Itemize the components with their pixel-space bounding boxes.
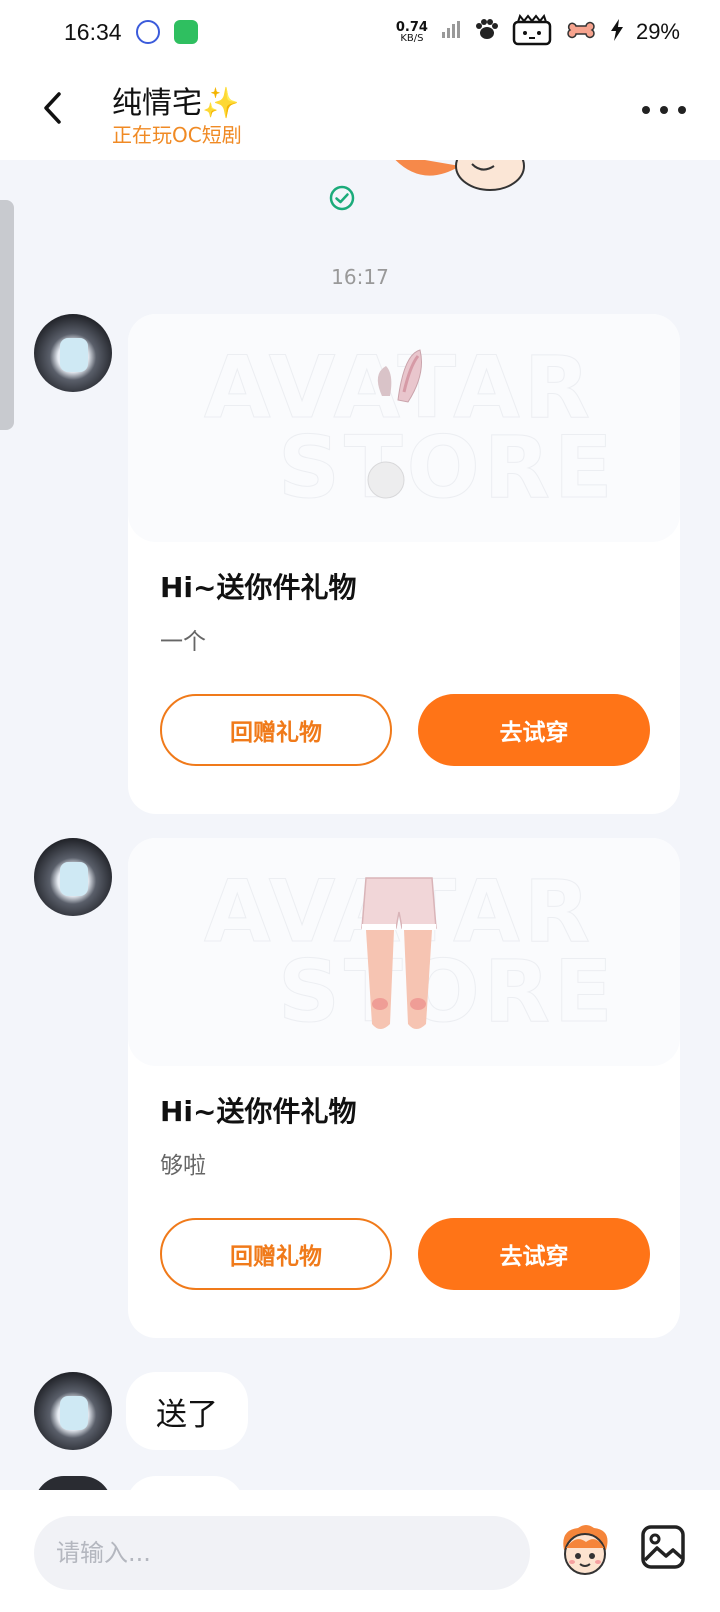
gift-note: 一个 [160, 629, 206, 655]
charging-bolt-icon [610, 18, 624, 46]
network-speed: 0.74 KB/S [396, 21, 428, 44]
try-on-button[interactable]: 去试穿 [418, 1218, 650, 1290]
more-dot-icon [642, 106, 650, 114]
avatar[interactable] [34, 314, 112, 392]
status-bar: 16:34 0.74 KB/S 29% [0, 0, 720, 64]
gift-note: 够啦 [160, 1153, 206, 1179]
avatar-store-watermark: STORE [278, 418, 617, 519]
image-picker-icon[interactable] [640, 1524, 686, 1570]
baidu-app-icon [135, 20, 160, 44]
status-bar-left: 16:34 [64, 19, 198, 46]
return-gift-button[interactable]: 回赠礼物 [160, 1218, 392, 1290]
bone-icon [564, 20, 598, 45]
gift-card[interactable]: AVATAR STORE Hi~送你件礼物 够啦 回赠礼物 去试穿 [128, 838, 680, 1338]
bunny-ears-tail-icon [367, 349, 422, 499]
network-speed-unit: KB/S [400, 32, 424, 44]
battery-percent: 29% [635, 19, 680, 44]
chevron-left-icon [44, 92, 61, 124]
iqiyi-app-icon [173, 20, 198, 44]
more-options-button[interactable] [642, 92, 686, 128]
avatar-figure [60, 862, 88, 896]
avatar-figure [60, 1396, 88, 1430]
avatar[interactable] [34, 1372, 112, 1450]
network-speed-value: 0.74 [395, 19, 428, 35]
avatar[interactable] [34, 838, 112, 916]
more-dot-icon [678, 106, 686, 114]
contact-status: 正在玩OC短剧 [112, 123, 242, 147]
clock: 16:34 [64, 18, 122, 45]
gift-preview-image[interactable]: AVATAR STORE [128, 314, 680, 542]
robot-icon [512, 13, 552, 51]
status-bar-right: 0.74 KB/S 29% [396, 13, 680, 51]
avatar-figure [60, 338, 88, 372]
gift-card[interactable]: AVATAR STORE Hi~送你件礼物 一个 回赠礼物 去试穿 [128, 314, 680, 814]
more-dot-icon [660, 106, 668, 114]
sticker-image[interactable] [390, 160, 540, 196]
gift-title: Hi~送你件礼物 [160, 571, 357, 604]
message-timestamp: 16:17 [331, 265, 389, 289]
gift-preview-image[interactable]: AVATAR STORE [128, 838, 680, 1066]
avatar-store-watermark: STORE [278, 942, 617, 1043]
paw-icon [474, 18, 500, 47]
sticker-mascot-icon[interactable] [556, 1520, 614, 1578]
signal-icon [440, 20, 462, 45]
message-bubble[interactable]: 送了 [126, 1372, 248, 1450]
contact-name[interactable]: 纯情宅✨ [112, 78, 239, 122]
input-bar [0, 1490, 720, 1612]
gift-title: Hi~送你件礼物 [160, 1095, 357, 1128]
return-gift-button[interactable]: 回赠礼物 [160, 694, 392, 766]
back-button[interactable] [32, 86, 76, 130]
pink-shorts-icon [361, 877, 437, 1029]
message-input[interactable] [34, 1516, 530, 1590]
chat-header: 纯情宅✨ 正在玩OC短剧 [0, 64, 720, 160]
read-check-icon [329, 185, 355, 211]
scrollbar-handle[interactable] [0, 200, 14, 430]
try-on-button[interactable]: 去试穿 [418, 694, 650, 766]
